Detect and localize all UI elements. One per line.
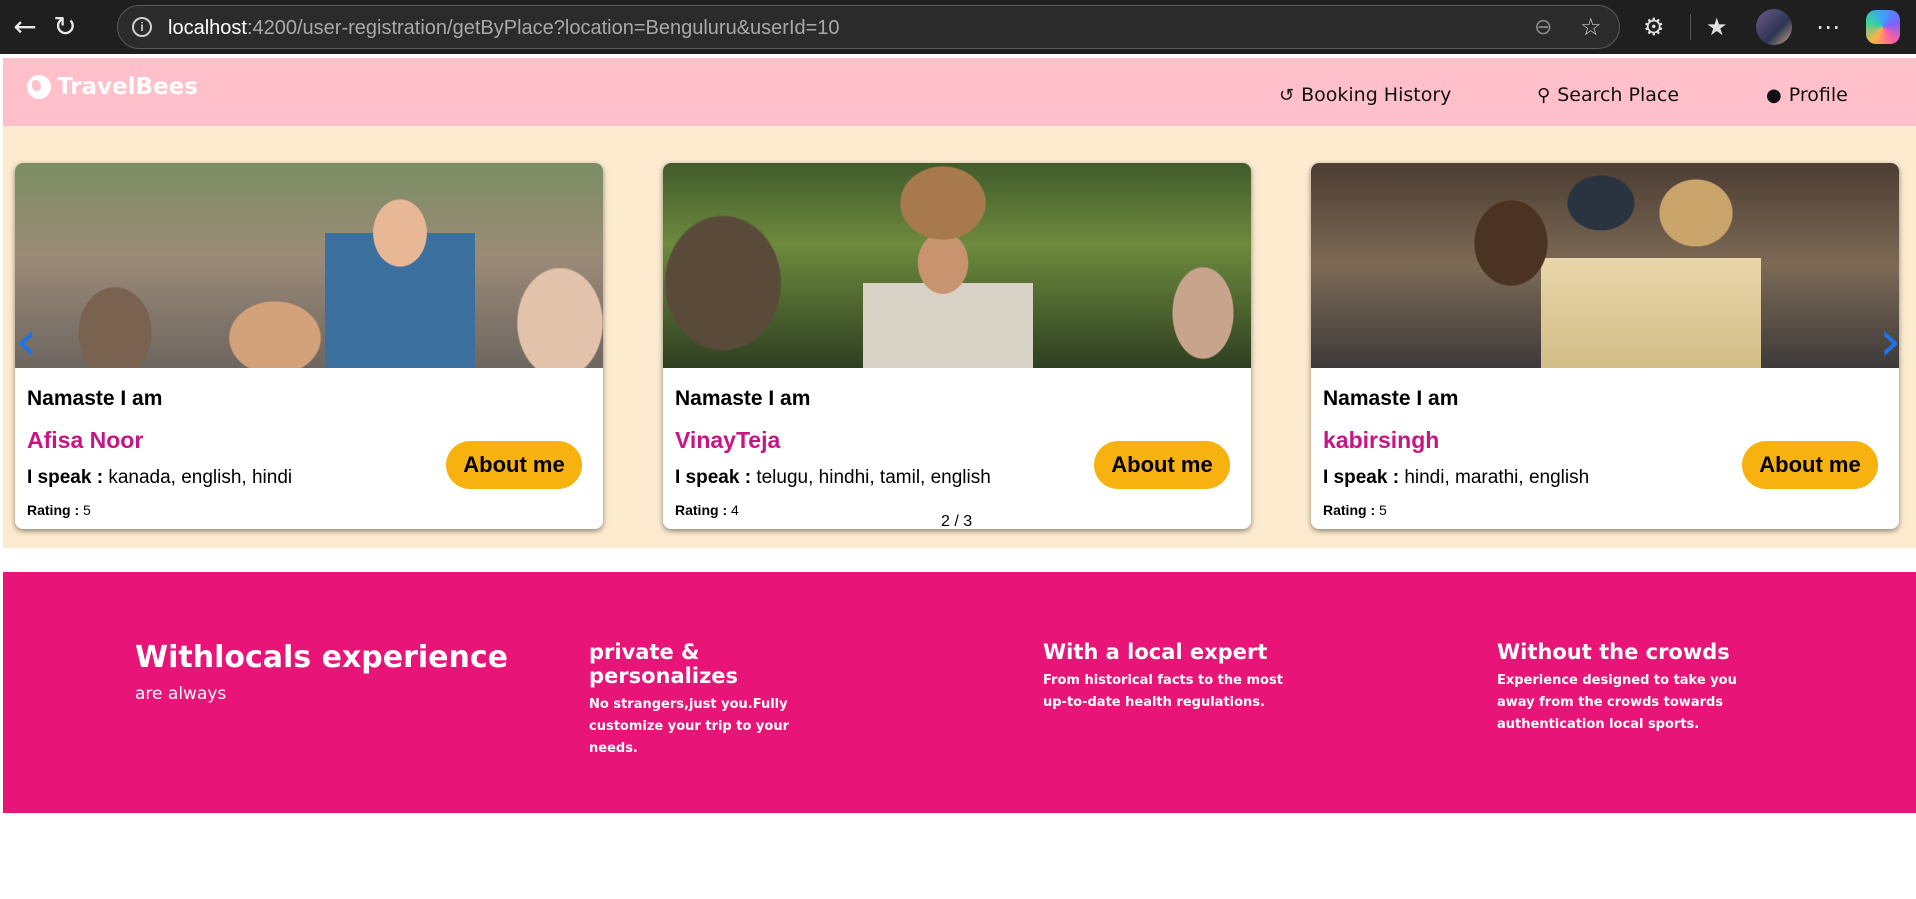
- address-bar[interactable]: i localhost:4200/user-registration/getBy…: [117, 5, 1620, 49]
- profile-avatar[interactable]: [1756, 9, 1792, 45]
- site-info-icon[interactable]: i: [132, 17, 152, 37]
- carousel-next-icon[interactable]: ›: [1879, 314, 1901, 370]
- features-subtitle: are always: [135, 684, 227, 704]
- about-me-button[interactable]: About me: [1742, 441, 1878, 489]
- guide-name: Afisa Noor: [27, 427, 144, 453]
- features-title: Withlocals experience: [135, 640, 509, 675]
- nav-label: Booking History: [1301, 84, 1452, 106]
- globe-icon: [27, 75, 51, 99]
- features-band: Withlocals experience are always private…: [3, 572, 1916, 813]
- about-me-button[interactable]: About me: [446, 441, 582, 489]
- url-text[interactable]: localhost:4200/user-registration/getByPl…: [168, 17, 840, 40]
- guide-intro: Namaste I am: [1323, 387, 1459, 410]
- nav-booking-history[interactable]: ↺ Booking History: [1279, 84, 1451, 106]
- back-icon[interactable]: ←: [8, 10, 42, 44]
- search-icon: ⚲: [1537, 84, 1551, 106]
- toolbar-divider: [1690, 14, 1691, 40]
- feature-heading: Without the crowds: [1497, 640, 1730, 664]
- feature-column: With a local expert From historical fact…: [1043, 640, 1293, 714]
- feature-text: No strangers,just you.Fully customize yo…: [589, 697, 790, 756]
- guide-languages: I speak : telugu, hindhi, tamil, english: [675, 467, 991, 488]
- zoom-icon[interactable]: ⊖: [1534, 15, 1552, 40]
- guide-card: Namaste I am Afisa Noor I speak : kanada…: [15, 163, 603, 529]
- top-navbar: TravelBees ↺ Booking History ⚲ Search Pl…: [3, 58, 1916, 126]
- browser-toolbar: ← ↻ i localhost:4200/user-registration/g…: [0, 0, 1916, 54]
- carousel-counter: 2 / 3: [941, 513, 973, 530]
- guide-rating: Rating : 4: [675, 502, 739, 518]
- brand-name: TravelBees: [57, 74, 198, 100]
- carousel-prev-icon[interactable]: ‹: [15, 314, 37, 370]
- nav-label: Search Place: [1557, 84, 1680, 106]
- guide-rating: Rating : 5: [1323, 502, 1387, 518]
- feature-heading: private & personalizes: [589, 640, 739, 688]
- more-options-icon[interactable]: ⋯: [1816, 10, 1840, 44]
- guide-carousel: Namaste I am Afisa Noor I speak : kanada…: [3, 126, 1916, 548]
- guide-languages: I speak : kanada, english, hindi: [27, 467, 293, 488]
- guide-photo: [663, 163, 1251, 368]
- history-icon: ↺: [1279, 84, 1295, 106]
- feature-text: From historical facts to the most up-to-…: [1043, 673, 1283, 710]
- guide-photo: [1311, 163, 1899, 368]
- guide-languages: I speak : hindi, marathi, english: [1323, 467, 1590, 488]
- reload-icon[interactable]: ↻: [48, 10, 82, 44]
- feature-heading: With a local expert: [1043, 640, 1268, 664]
- guide-intro: Namaste I am: [27, 387, 163, 410]
- guide-card: Namaste I am VinayTeja I speak : telugu,…: [663, 163, 1251, 529]
- favorite-star-icon[interactable]: ☆: [1580, 13, 1602, 41]
- feature-text: Experience designed to take you away fro…: [1497, 673, 1737, 732]
- guide-photo: [15, 163, 603, 368]
- feature-column: Without the crowds Experience designed t…: [1497, 640, 1747, 736]
- guide-card: Namaste I am kabirsingh I speak : hindi,…: [1311, 163, 1899, 529]
- guide-name: kabirsingh: [1323, 427, 1440, 453]
- guide-rating: Rating : 5: [27, 502, 91, 518]
- app-page: TravelBees ↺ Booking History ⚲ Search Pl…: [3, 54, 1916, 899]
- feature-column: private & personalizes No strangers,just…: [589, 640, 839, 760]
- user-circle-icon: ●: [1766, 84, 1782, 106]
- nav-label: Profile: [1788, 84, 1848, 106]
- copilot-icon[interactable]: [1866, 10, 1900, 44]
- nav-search-place[interactable]: ⚲ Search Place: [1537, 84, 1679, 106]
- about-me-button[interactable]: About me: [1094, 441, 1230, 489]
- guide-name: VinayTeja: [675, 427, 781, 453]
- favorites-icon[interactable]: ★: [1706, 10, 1728, 44]
- guide-intro: Namaste I am: [675, 387, 811, 410]
- nav-profile[interactable]: ● Profile: [1766, 84, 1848, 106]
- brand-logo[interactable]: TravelBees: [27, 74, 198, 100]
- extensions-icon[interactable]: ⚙: [1643, 10, 1665, 44]
